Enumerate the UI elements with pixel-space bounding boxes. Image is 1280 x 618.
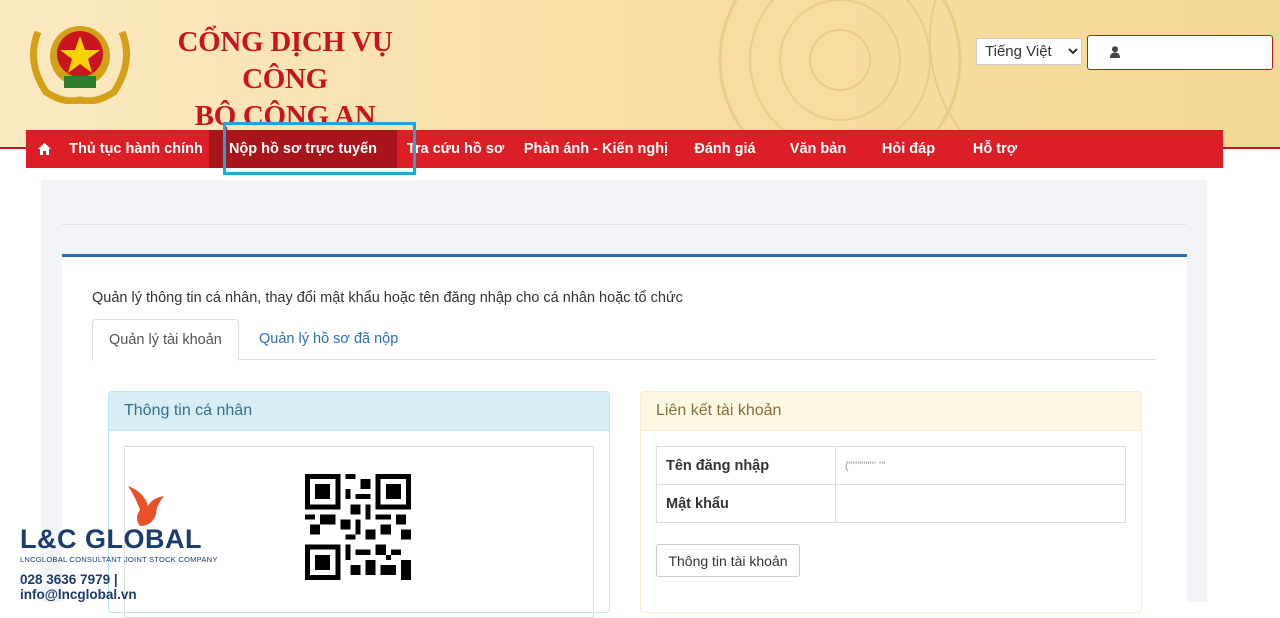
lc-global-name: L&C GLOBAL bbox=[20, 524, 202, 554]
nav-item-phan-anh-kien-nghi[interactable]: Phản ánh - Kiến nghị bbox=[514, 130, 678, 168]
lc-global-subtitle: LNCGLOBAL CONSULTANT JOINT STOCK COMPANY bbox=[20, 555, 218, 564]
drum-pattern-decoration bbox=[718, 0, 962, 130]
qr-code bbox=[305, 474, 411, 580]
lc-global-watermark: L&C GLOBAL LNCGLOBAL CONSULTANT JOINT ST… bbox=[18, 484, 238, 602]
account-link-title: Liên kết tài khoản bbox=[641, 392, 1141, 431]
account-info-button[interactable]: Thông tin tài khoản bbox=[656, 544, 800, 577]
password-value bbox=[835, 484, 1126, 523]
home-icon bbox=[38, 143, 51, 155]
content-divider bbox=[62, 224, 1186, 225]
tabs-divider bbox=[92, 359, 1156, 360]
nav-item-hoi-dap[interactable]: Hỏi đáp bbox=[864, 130, 953, 168]
account-link-panel: Liên kết tài khoản Tên đăng nhập (''''''… bbox=[640, 391, 1142, 613]
table-row: Mật khẩu bbox=[656, 484, 1126, 523]
table-row: Tên đăng nhập (''''''''''''' ''' bbox=[656, 446, 1126, 485]
nav-item-van-ban[interactable]: Văn bản bbox=[772, 130, 864, 168]
nav-item-nop-ho-so-truc-tuyen[interactable]: Nộp hồ sơ trực tuyến bbox=[209, 130, 397, 168]
page-description: Quản lý thông tin cá nhân, thay đổi mật … bbox=[92, 290, 683, 306]
tab-quan-ly-ho-so-da-nop[interactable]: Quản lý hồ sơ đã nộp bbox=[243, 319, 414, 359]
password-label: Mật khẩu bbox=[656, 484, 836, 523]
nav-item-ho-tro[interactable]: Hỗ trợ bbox=[953, 130, 1037, 168]
user-login-box[interactable] bbox=[1087, 35, 1273, 70]
emblem-logo[interactable] bbox=[24, 12, 136, 104]
account-table: Tên đăng nhập (''''''''''''' ''' Mật khẩ… bbox=[656, 446, 1126, 523]
site-header: CỔNG DỊCH VỤ CÔNG BỘ CÔNG AN Tiếng Việt bbox=[0, 0, 1280, 147]
user-icon bbox=[1110, 46, 1120, 58]
personal-info-title: Thông tin cá nhân bbox=[109, 392, 609, 431]
nav-item-tra-cuu-ho-so[interactable]: Tra cứu hồ sơ bbox=[397, 130, 514, 168]
nav-item-danh-gia[interactable]: Đánh giá bbox=[678, 130, 772, 168]
tab-quan-ly-tai-khoan[interactable]: Quản lý tài khoản bbox=[92, 319, 239, 361]
title-line-1: CỔNG DỊCH VỤ CÔNG bbox=[177, 26, 393, 95]
main-nav: Thủ tục hành chính Nộp hồ sơ trực tuyến … bbox=[26, 130, 1223, 168]
lc-bird-logo bbox=[128, 486, 164, 526]
username-label: Tên đăng nhập bbox=[656, 446, 836, 485]
home-button[interactable] bbox=[26, 130, 63, 168]
username-value: (''''''''''''' ''' bbox=[835, 446, 1126, 485]
lc-global-contact: 028 3636 7979 | info@lncglobal.vn bbox=[20, 572, 137, 602]
nav-item-thu-tuc-hanh-chinh[interactable]: Thủ tục hành chính bbox=[63, 130, 209, 168]
site-title: CỔNG DỊCH VỤ CÔNG BỘ CÔNG AN bbox=[150, 24, 420, 135]
language-select[interactable]: Tiếng Việt bbox=[976, 38, 1082, 65]
